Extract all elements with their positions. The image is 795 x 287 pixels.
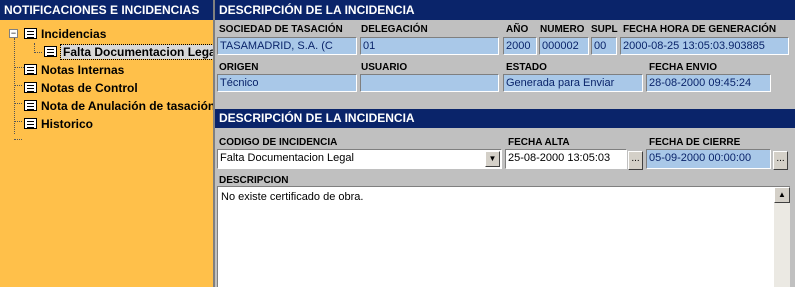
usuario-field [360,74,499,92]
origen-field: Técnico [217,74,357,92]
tree-item-notas-internas[interactable]: Notas Internas [24,62,124,79]
tree-item-nota-anulacion[interactable]: Nota de Anulación de tasación [24,98,213,115]
anio-label: AÑO [506,24,529,35]
chevron-down-icon: ▼ [488,154,497,163]
delegacion-label: DELEGACIÓN [361,24,428,35]
tree-panel: − Incidencias Falta Documentacion Legal … [0,20,213,287]
fecha-generacion-label: FECHA HORA DE GENERACIÓN [623,24,777,35]
origen-label: ORIGEN [219,62,259,73]
numero-label: NUMERO [540,24,585,35]
sociedad-field: TASAMADRID, S.A. (C [217,37,357,55]
supl-field: 00 [591,37,617,55]
fecha-cierre-field: 05-09-2000 00:00:00 [646,149,771,169]
supl-label: SUPL [591,24,618,35]
fecha-alta-picker-button[interactable]: ... [628,151,643,170]
collapse-icon: − [10,28,17,38]
section1-title: DESCRIPCIÓN DE LA INCIDENCIA [215,0,795,20]
codigo-select-value: Falta Documentacion Legal [220,152,354,164]
numero-field: 000002 [539,37,589,55]
fecha-cierre-label: FECHA DE CIERRE [649,137,741,148]
codigo-label: CODIGO DE INCIDENCIA [219,137,338,148]
codigo-select[interactable]: Falta Documentacion Legal ▼ [217,149,502,169]
sociedad-label: SOCIEDAD DE TASACIÓN [219,24,343,35]
fecha-cierre-picker-button[interactable]: ... [773,151,788,170]
splitter[interactable] [213,0,215,287]
tree-item-incidencias[interactable]: Incidencias [24,26,106,43]
tree-expander[interactable]: − [9,29,18,38]
anio-field: 2000 [503,37,537,55]
descripcion-label: DESCRIPCION [219,175,289,186]
fecha-generacion-field: 2000-08-25 13:05:03.903885 [620,37,789,55]
folder-icon [24,82,37,93]
descripcion-textarea[interactable]: No existe certificado de obra. ▲ [217,186,790,287]
folder-icon [24,118,37,129]
dropdown-arrow-button[interactable]: ▼ [485,151,500,167]
tree-item-falta-documentacion[interactable]: Falta Documentacion Legal [44,44,213,61]
fecha-envio-label: FECHA ENVIO [649,62,717,73]
descripcion-text: No existe certificado de obra. [221,191,364,203]
delegacion-field: 01 [360,37,499,55]
vertical-scrollbar[interactable]: ▲ [774,187,790,287]
usuario-label: USUARIO [361,62,408,73]
section2-title: DESCRIPCIÓN DE LA INCIDENCIA [215,109,795,128]
estado-label: ESTADO [506,62,547,73]
folder-icon [24,28,37,39]
estado-field: Generada para Enviar [503,74,643,92]
tree-item-notas-control[interactable]: Notas de Control [24,80,138,97]
tree-item-historico[interactable]: Historico [24,116,93,133]
scroll-up-button[interactable]: ▲ [774,187,790,203]
fecha-alta-label: FECHA ALTA [508,137,570,148]
document-icon [44,46,57,57]
fecha-alta-field[interactable]: 25-08-2000 13:05:03 [505,149,627,169]
folder-icon [24,100,37,111]
tree-title: NOTIFICACIONES E INCIDENCIAS [0,0,213,20]
folder-icon [24,64,37,75]
arrow-up-icon: ▲ [778,190,786,199]
fecha-envio-field: 28-08-2000 09:45:24 [646,74,771,92]
